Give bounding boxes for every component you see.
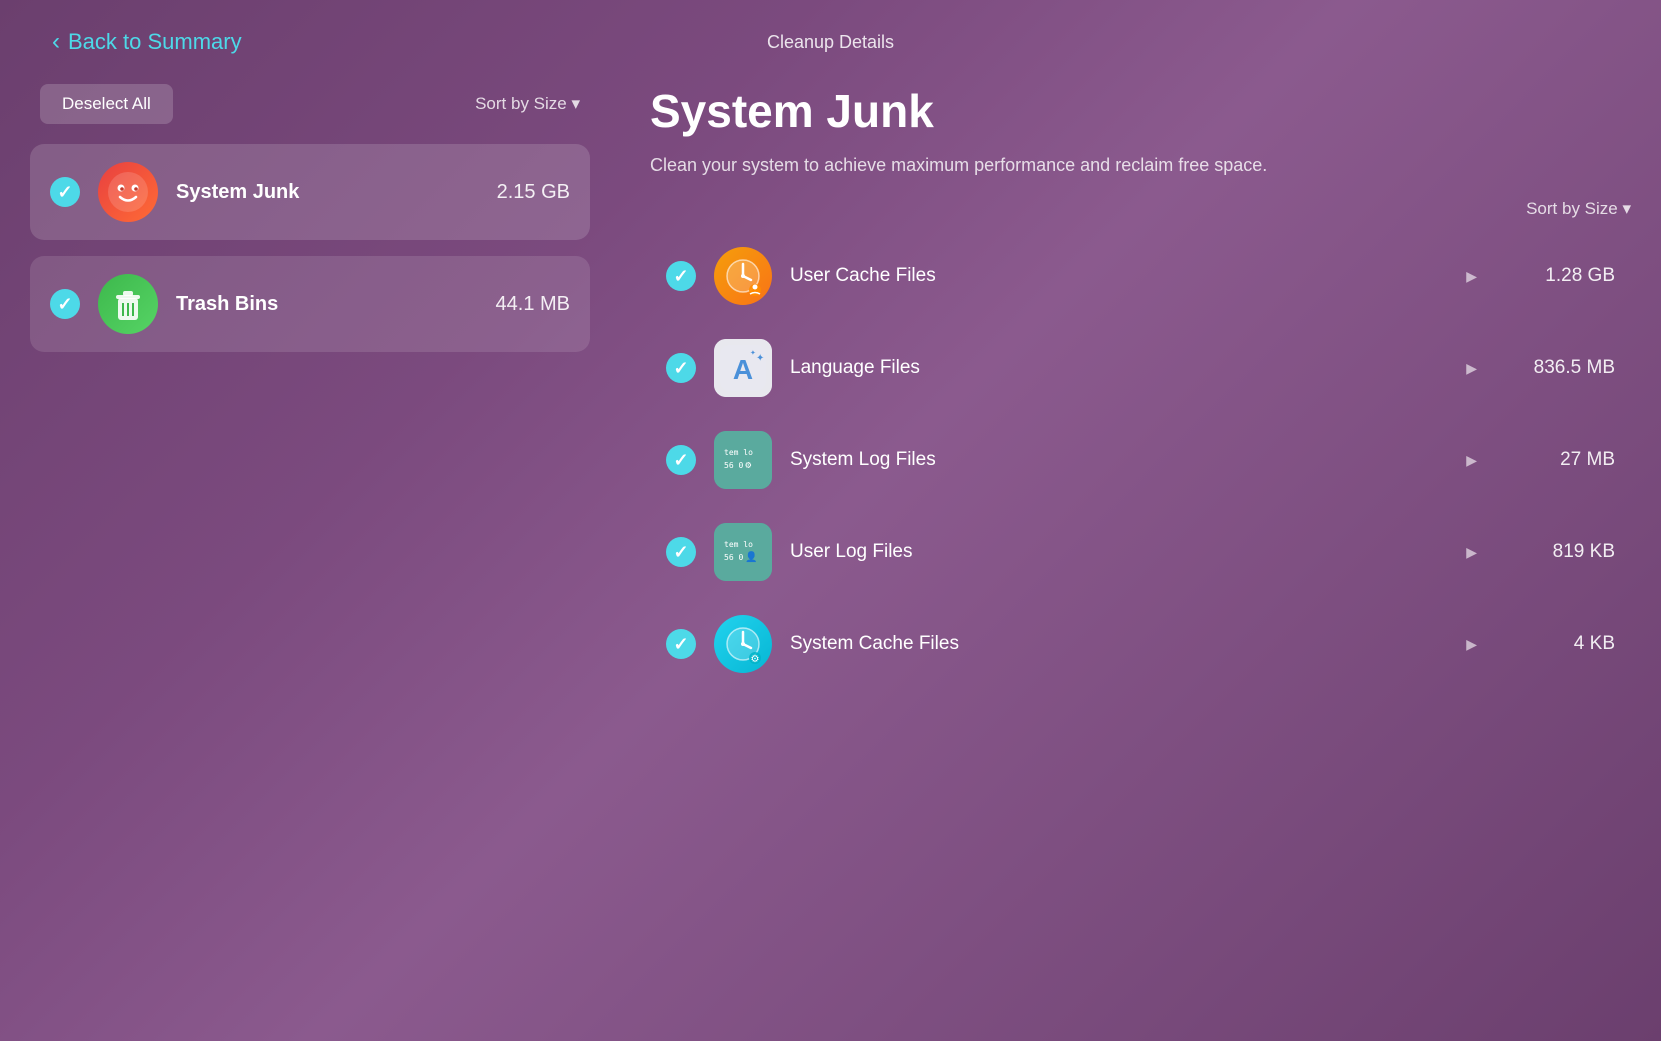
svg-text:✦: ✦ [750,349,756,357]
system-junk-size: 2.15 GB [497,181,570,204]
svg-text:A: A [733,354,753,385]
right-panel: System Junk Clean your system to achieve… [590,84,1631,1011]
icon-system-junk [98,162,158,222]
header-title: Cleanup Details [767,32,894,53]
icon-syslog: tem lo 56 0⚙ [714,431,772,489]
list-item-trash-bins[interactable]: ✓ Trash Bins 44.1 MB [30,256,590,352]
trash-bins-label: Trash Bins [176,293,478,316]
icon-language: A ✦ ✦ [714,339,772,397]
check-icon: ✓ [673,266,688,287]
expand-icon: ▶ [1466,544,1477,561]
check-icon: ✓ [673,542,688,563]
system-junk-label: System Junk [176,181,479,204]
main-content: Deselect All Sort by Size ▾ ✓ [0,84,1661,1041]
detail-item-userlog[interactable]: ✓ tem lo 56 0👤 User Log Files ▶ 819 KB [650,511,1631,593]
list-item-system-junk[interactable]: ✓ System Junk 2.15 GB [30,144,590,240]
icon-user-cache [714,247,772,305]
expand-icon: ▶ [1466,636,1477,653]
syscache-label: System Cache Files [790,633,1448,655]
icon-syscache: ⚙ [714,615,772,673]
checkbox-syslog[interactable]: ✓ [666,445,696,475]
check-icon: ✓ [673,358,688,379]
checkbox-userlog[interactable]: ✓ [666,537,696,567]
syscache-size: 4 KB [1515,633,1615,655]
checkbox-language[interactable]: ✓ [666,353,696,383]
syslog-label: System Log Files [790,449,1448,471]
checkbox-syscache[interactable]: ✓ [666,629,696,659]
expand-icon: ▶ [1466,452,1477,469]
detail-title: System Junk [650,84,1631,138]
left-controls: Deselect All Sort by Size ▾ [30,84,590,124]
right-header: System Junk Clean your system to achieve… [650,84,1631,179]
user-cache-size: 1.28 GB [1515,265,1615,287]
detail-item-syslog[interactable]: ✓ tem lo 56 0⚙ System Log Files ▶ 27 MB [650,419,1631,501]
left-sort-label[interactable]: Sort by Size ▾ [475,94,580,114]
left-panel: Deselect All Sort by Size ▾ ✓ [30,84,590,1011]
deselect-all-button[interactable]: Deselect All [40,84,173,124]
back-label: Back to Summary [68,29,242,55]
language-size: 836.5 MB [1515,357,1615,379]
detail-item-user-cache[interactable]: ✓ User Cache [650,235,1631,317]
checkbox-trash-bins[interactable]: ✓ [50,289,80,319]
userlog-size: 819 KB [1515,541,1615,563]
icon-trash-bins [98,274,158,334]
detail-description: Clean your system to achieve maximum per… [650,152,1330,179]
check-icon: ✓ [673,634,688,655]
detail-item-syscache[interactable]: ✓ ⚙ System Cache Files ▶ [650,603,1631,685]
language-label: Language Files [790,357,1448,379]
trash-bins-size: 44.1 MB [496,293,570,316]
svg-text:⚙: ⚙ [751,654,760,665]
check-icon: ✓ [57,294,72,315]
checkbox-system-junk[interactable]: ✓ [50,177,80,207]
syslog-size: 27 MB [1515,449,1615,471]
detail-list: ✓ User Cache [650,235,1631,685]
check-icon: ✓ [673,450,688,471]
detail-item-language[interactable]: ✓ A ✦ ✦ Language Files [650,327,1631,409]
expand-icon: ▶ [1466,360,1477,377]
check-icon: ✓ [57,182,72,203]
user-cache-label: User Cache Files [790,265,1448,287]
svg-text:✦: ✦ [756,353,764,364]
header: ‹ Back to Summary Cleanup Details [0,0,1661,84]
chevron-left-icon: ‹ [52,28,60,56]
expand-icon: ▶ [1466,268,1477,285]
userlog-label: User Log Files [790,541,1448,563]
checkbox-user-cache[interactable]: ✓ [666,261,696,291]
icon-userlog: tem lo 56 0👤 [714,523,772,581]
right-sort-label[interactable]: Sort by Size ▾ [650,199,1631,219]
back-button[interactable]: ‹ Back to Summary [40,20,254,64]
